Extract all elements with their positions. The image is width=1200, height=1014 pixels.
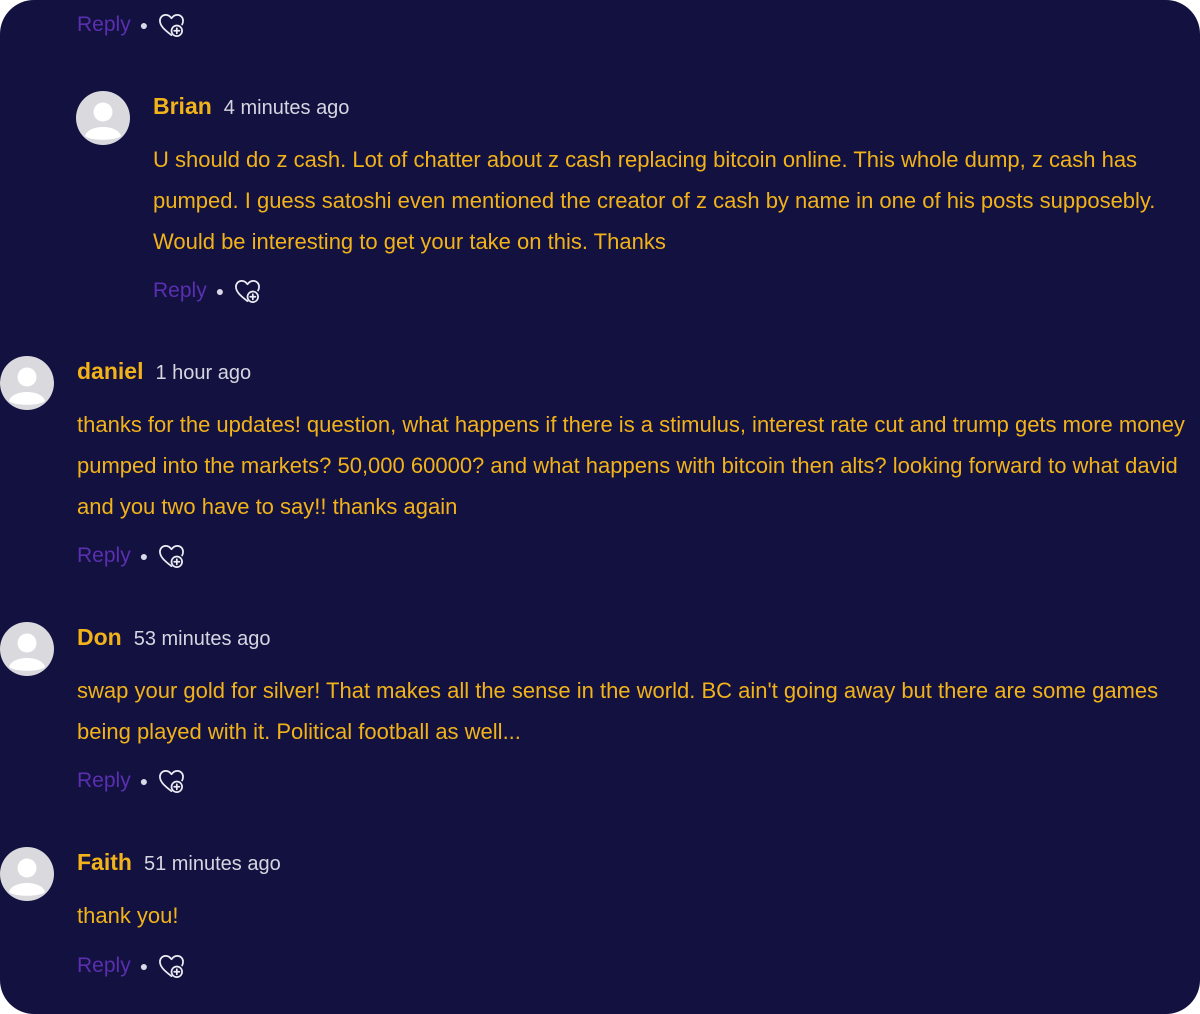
comment-author[interactable]: Faith [77, 849, 132, 876]
default-user-avatar-icon[interactable] [0, 622, 54, 676]
heart-plus-icon[interactable] [156, 766, 186, 796]
comment-header: daniel 1 hour ago [77, 358, 251, 385]
comment-header: Faith 51 minutes ago [77, 849, 281, 876]
default-user-avatar-icon[interactable] [76, 91, 130, 145]
comment-text: U should do z cash. Lot of chatter about… [153, 147, 1156, 254]
separator-dot: ● [139, 548, 149, 564]
comment-actions: Reply ● [77, 541, 186, 571]
default-user-avatar-icon[interactable] [0, 847, 54, 901]
comment-text: thanks for the updates! question, what h… [77, 412, 1185, 519]
default-user-avatar-icon[interactable] [0, 356, 54, 410]
reply-link[interactable]: Reply [153, 279, 207, 303]
comment-actions: Reply ● [77, 766, 186, 796]
comment-actions: Reply ● [77, 951, 186, 981]
separator-dot: ● [139, 958, 149, 974]
comment-timestamp: 1 hour ago [155, 362, 252, 384]
reply-link[interactable]: Reply [77, 13, 131, 37]
separator-dot: ● [215, 283, 225, 299]
comment-text: swap your gold for silver! That makes al… [77, 678, 1159, 744]
separator-dot: ● [139, 17, 149, 33]
heart-plus-icon[interactable] [156, 951, 186, 981]
comment-timestamp: 53 minutes ago [133, 628, 271, 650]
heart-plus-icon[interactable] [156, 541, 186, 571]
comment-author[interactable]: daniel [77, 358, 143, 385]
reply-link[interactable]: Reply [77, 769, 131, 793]
comment-timestamp: 51 minutes ago [143, 853, 281, 875]
heart-plus-icon[interactable] [156, 10, 186, 40]
reply-link[interactable]: Reply [77, 544, 131, 568]
reply-link[interactable]: Reply [77, 954, 131, 978]
separator-dot: ● [139, 773, 149, 789]
comment-author[interactable]: Brian [153, 93, 212, 120]
comments-panel: Reply ● Brian 4 minutes ago U should do … [0, 0, 1200, 1014]
comment-actions: Reply ● [77, 10, 186, 40]
comment-timestamp: 4 minutes ago [223, 97, 350, 119]
comment-header: Brian 4 minutes ago [153, 93, 349, 120]
heart-plus-icon[interactable] [232, 276, 262, 306]
comment-text: thank you! [77, 903, 179, 928]
comment-actions: Reply ● [153, 276, 262, 306]
comment-author[interactable]: Don [77, 624, 122, 651]
comment-header: Don 53 minutes ago [77, 624, 270, 651]
